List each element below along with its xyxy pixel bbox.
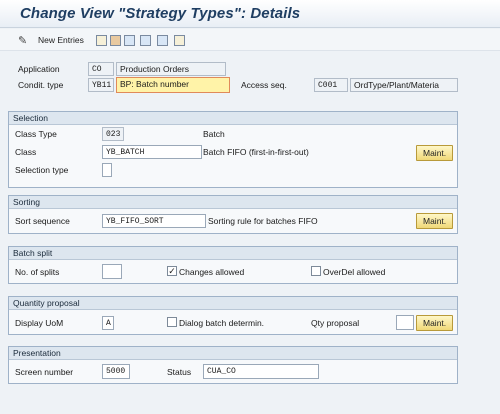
class-type-field: 023 — [102, 127, 124, 141]
next-entry-icon[interactable] — [157, 35, 168, 46]
new-entries-button[interactable]: New Entries — [38, 35, 84, 45]
condit-type-label: Condit. type — [18, 80, 64, 90]
maint-quantity-button[interactable]: Maint. — [416, 315, 454, 331]
presentation-group: Presentation Screen number 5000 Status C… — [8, 346, 458, 384]
sorting-group-title: Sorting — [9, 196, 457, 209]
changes-allowed-checkbox[interactable]: ✓ — [167, 266, 177, 276]
selection-type-label: Selection type — [15, 165, 69, 175]
application-field: CO — [88, 62, 114, 76]
delete-icon[interactable] — [110, 35, 121, 46]
dialog-batch-determin-checkbox[interactable] — [167, 317, 177, 327]
batch-split-group-title: Batch split — [9, 247, 457, 260]
qty-proposal-label: Qty proposal — [311, 318, 360, 328]
class-type-label: Class Type — [15, 129, 57, 139]
class-label: Class — [15, 147, 37, 157]
application-description: Production Orders — [116, 62, 226, 76]
variable-list-icon[interactable] — [174, 35, 185, 46]
display-uom-label: Display UoM — [15, 318, 64, 328]
title-bar: Change View "Strategy Types": Details — [0, 0, 500, 28]
no-of-splits-label: No. of splits — [15, 267, 60, 277]
selection-group: Selection Class Type 023 Batch Class YB_… — [8, 111, 458, 188]
status-field[interactable]: CUA_CO — [203, 364, 319, 379]
sorting-group: Sorting Sort sequence YB_FIFO_SORT Sorti… — [8, 195, 458, 234]
dialog-batch-determin-label: Dialog batch determin. — [179, 318, 265, 328]
application-label: Application — [18, 64, 60, 74]
access-seq-label: Access seq. — [241, 80, 287, 90]
no-of-splits-field[interactable] — [102, 264, 122, 279]
sort-sequence-description: Sorting rule for batches FIFO — [208, 216, 318, 226]
condit-type-field: YB11 — [88, 78, 114, 92]
changes-allowed-label: Changes allowed — [179, 267, 245, 277]
status-label: Status — [167, 367, 192, 377]
sort-sequence-label: Sort sequence — [15, 216, 70, 226]
page-title: Change View "Strategy Types": Details — [20, 5, 301, 22]
class-type-description: Batch — [203, 129, 225, 139]
selection-group-title: Selection — [9, 112, 457, 125]
application-toolbar: ✎ New Entries — [0, 29, 500, 51]
screen-number-label: Screen number — [15, 367, 74, 377]
overdel-allowed-checkbox[interactable] — [311, 266, 321, 276]
class-description: Batch FIFO (first-in-first-out) — [203, 147, 309, 157]
sort-sequence-field[interactable]: YB_FIFO_SORT — [102, 214, 206, 228]
copy-icon[interactable] — [96, 35, 107, 46]
presentation-group-title: Presentation — [9, 347, 457, 360]
access-seq-field: C001 — [314, 78, 348, 92]
undo-change-icon[interactable] — [124, 35, 135, 46]
display-uom-field[interactable]: A — [102, 316, 114, 330]
class-field[interactable]: YB_BATCH — [102, 145, 202, 159]
display-change-icon[interactable]: ✎ — [18, 34, 27, 47]
quantity-proposal-group: Quantity proposal Display UoM A Dialog b… — [8, 296, 458, 335]
batch-split-group: Batch split No. of splits ✓ Changes allo… — [8, 246, 458, 284]
selection-type-field[interactable] — [102, 163, 112, 177]
qty-proposal-field[interactable] — [396, 315, 414, 330]
screen-number-field[interactable]: 5000 — [102, 364, 130, 379]
previous-entry-icon[interactable] — [140, 35, 151, 46]
overdel-allowed-label: OverDel allowed — [323, 267, 386, 277]
quantity-proposal-group-title: Quantity proposal — [9, 297, 457, 310]
maint-selection-button[interactable]: Maint. — [416, 145, 454, 161]
maint-sorting-button[interactable]: Maint. — [416, 213, 454, 229]
condit-type-description[interactable]: BP: Batch number — [116, 77, 230, 93]
access-seq-description: OrdType/Plant/Materia — [350, 78, 458, 92]
